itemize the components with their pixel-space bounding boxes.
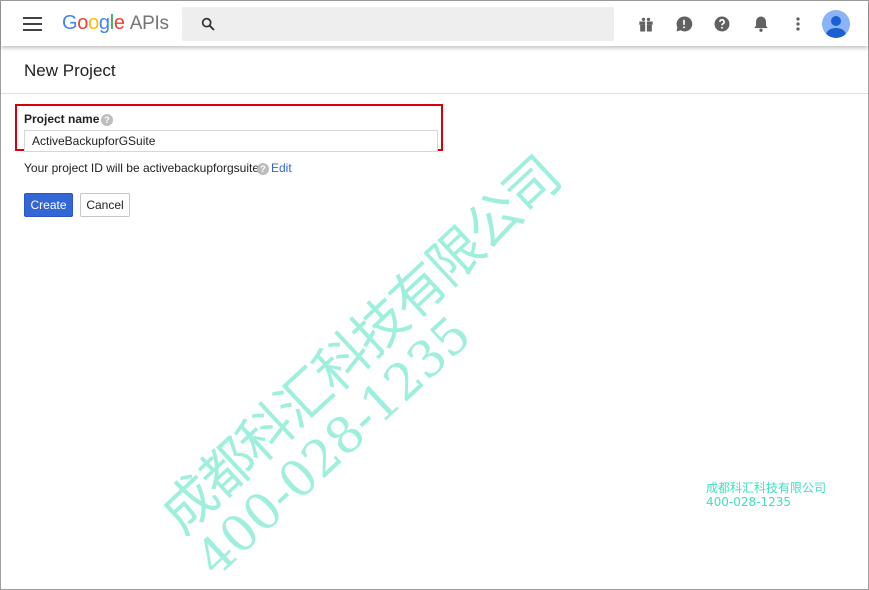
search-icon[interactable] [200, 16, 216, 32]
page-title: New Project [24, 61, 116, 80]
logo-letter: g [98, 12, 110, 34]
logo-letter: e [113, 12, 125, 34]
account-avatar[interactable] [822, 10, 850, 38]
gift-icon[interactable] [636, 14, 656, 34]
menu-icon[interactable] [23, 17, 42, 31]
page-header: New Project [1, 47, 868, 94]
help-icon[interactable]: ? [257, 163, 269, 175]
create-button[interactable]: Create [24, 193, 73, 217]
help-icon[interactable]: ? [101, 114, 113, 126]
edit-project-id-link[interactable]: Edit [271, 161, 292, 175]
help-icon[interactable] [712, 14, 732, 34]
search-bar[interactable] [182, 7, 614, 41]
google-apis-logo[interactable]: Google APIs [62, 12, 169, 35]
top-app-bar: Google APIs [1, 1, 868, 46]
logo-letter: o [77, 12, 89, 34]
more-vert-icon[interactable] [788, 14, 808, 34]
project-name-label: Project name [24, 112, 100, 126]
project-id-text: Your project ID will be activebackupforg… [24, 161, 260, 175]
project-name-input[interactable] [24, 130, 438, 152]
feedback-icon[interactable] [674, 14, 694, 34]
logo-letter: G [62, 12, 78, 34]
cancel-button[interactable]: Cancel [80, 193, 130, 217]
logo-apis-text: APIs [129, 13, 169, 34]
person-icon [826, 16, 846, 38]
notifications-icon[interactable] [751, 14, 771, 34]
logo-letter: o [88, 12, 99, 34]
